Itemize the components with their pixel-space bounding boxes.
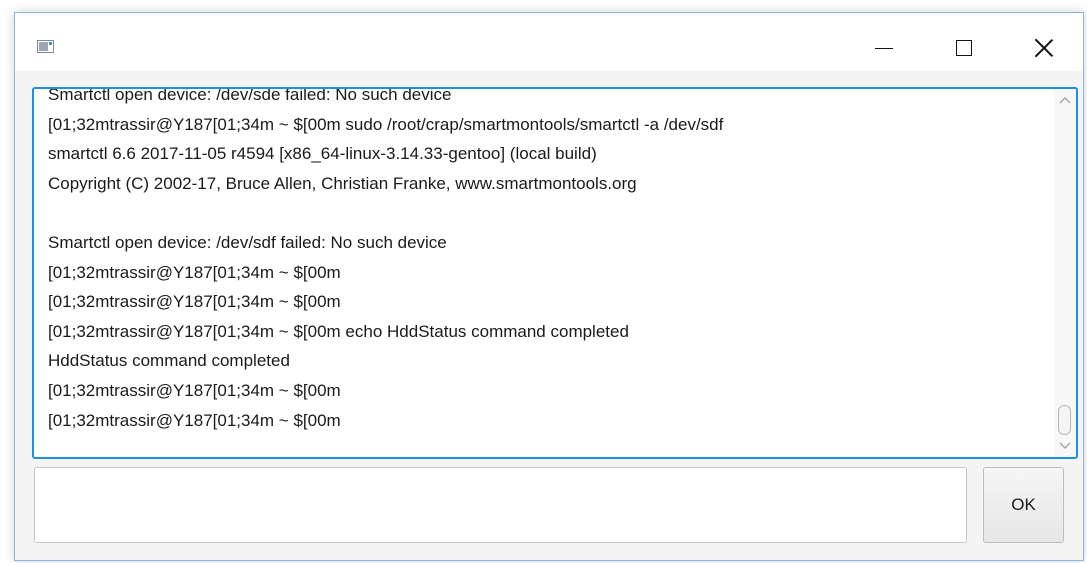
maximize-icon [956, 40, 972, 56]
console-line: [01;32mtrassir@Y187[01;34m ~ $[00m echo … [48, 321, 629, 341]
console-line: [01;32mtrassir@Y187[01;34m ~ $[00m [48, 380, 341, 400]
app-window: Smartctl open device: /dev/sde failed: N… [14, 12, 1084, 561]
scroll-thumb[interactable] [1058, 405, 1071, 435]
scroll-up-icon[interactable] [1059, 95, 1071, 107]
console-line: smartctl 6.6 2017-11-05 r4594 [x86_64-li… [48, 144, 597, 164]
console-line: [01;32mtrassir@Y187[01;34m ~ $[00m [48, 410, 341, 430]
command-input[interactable] [34, 467, 967, 543]
maximize-button[interactable] [934, 25, 994, 71]
close-icon [1034, 38, 1054, 58]
vertical-scrollbar[interactable] [1054, 89, 1076, 457]
console-line: [01;32mtrassir@Y187[01;34m ~ $[00m [48, 292, 341, 312]
app-window-icon [37, 40, 54, 53]
title-bar[interactable] [15, 13, 1083, 71]
minimize-button[interactable] [854, 25, 914, 71]
console-line: Copyright (C) 2002-17, Bruce Allen, Chri… [48, 173, 637, 193]
ok-button[interactable]: OK [983, 467, 1064, 543]
console-line: Smartctl open device: /dev/sdf failed: N… [48, 232, 447, 252]
console-line: HddStatus command completed [48, 351, 290, 371]
console-output[interactable]: Smartctl open device: /dev/sde failed: N… [32, 87, 1078, 459]
close-button[interactable] [1014, 25, 1074, 71]
console-text: Smartctl open device: /dev/sde failed: N… [48, 87, 1048, 435]
console-line: [01;32mtrassir@Y187[01;34m ~ $[00m [48, 262, 341, 282]
minimize-icon [875, 47, 893, 49]
scroll-down-icon[interactable] [1059, 439, 1071, 451]
console-line: [01;32mtrassir@Y187[01;34m ~ $[00m sudo … [48, 114, 724, 134]
console-line: Smartctl open device: /dev/sde failed: N… [48, 87, 452, 104]
